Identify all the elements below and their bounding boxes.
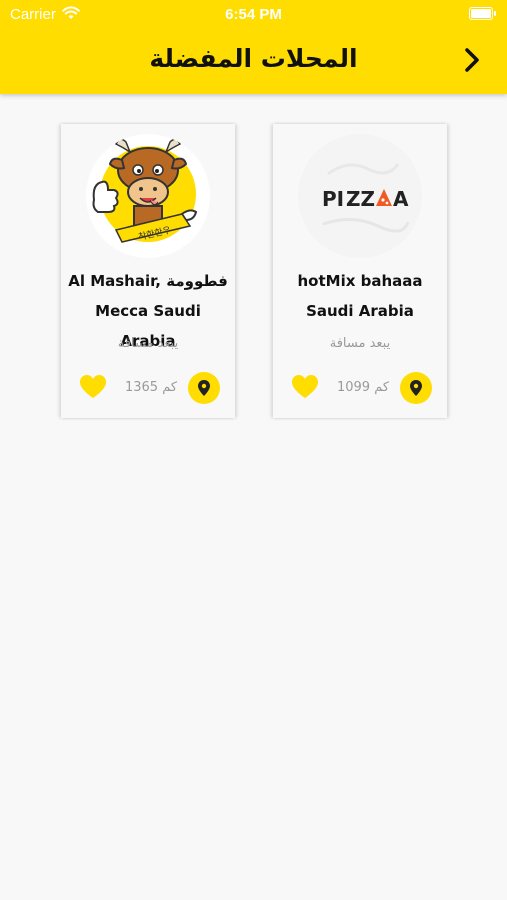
favorite-store-card[interactable]: PI ZZ A hotMix bahaaa Saudi Arabia يبعد … <box>273 124 447 418</box>
pizza-logo-image: PI ZZ A <box>298 134 422 258</box>
store-logo: 착한한우 <box>86 134 210 258</box>
chevron-right-icon[interactable] <box>458 46 486 74</box>
location-button[interactable] <box>188 372 220 404</box>
store-name: hotMix bahaaa Saudi Arabia <box>297 272 423 320</box>
location-button[interactable] <box>400 372 432 404</box>
status-bar: Carrier 6:54 PM <box>0 0 507 28</box>
favorite-store-card[interactable]: 착한한우 Al Mashair, فطوومة Mecca Saudi Arab… <box>61 124 235 418</box>
battery-icon <box>469 7 496 20</box>
distance-value: 1099 كم <box>336 380 390 395</box>
svg-text:A: A <box>393 187 409 211</box>
distance-value: 1365 كم <box>124 380 178 395</box>
status-time: 6:54 PM <box>225 6 282 23</box>
map-pin-icon <box>198 380 210 396</box>
app-header: Carrier 6:54 PM المحلات المفضلة <box>0 0 507 94</box>
store-logo: PI ZZ A <box>298 134 422 258</box>
map-pin-icon <box>410 380 422 396</box>
heart-icon[interactable] <box>79 374 107 400</box>
svg-text:ZZ: ZZ <box>346 187 375 211</box>
cow-mascot-logo-image: 착한한우 <box>86 134 210 258</box>
distance-label: يبعد مسافة <box>117 336 179 351</box>
page-title: المحلات المفضلة <box>149 44 358 73</box>
heart-icon[interactable] <box>291 374 319 400</box>
svg-text:PI: PI <box>322 187 344 211</box>
distance-label: يبعد مسافة <box>329 336 391 351</box>
